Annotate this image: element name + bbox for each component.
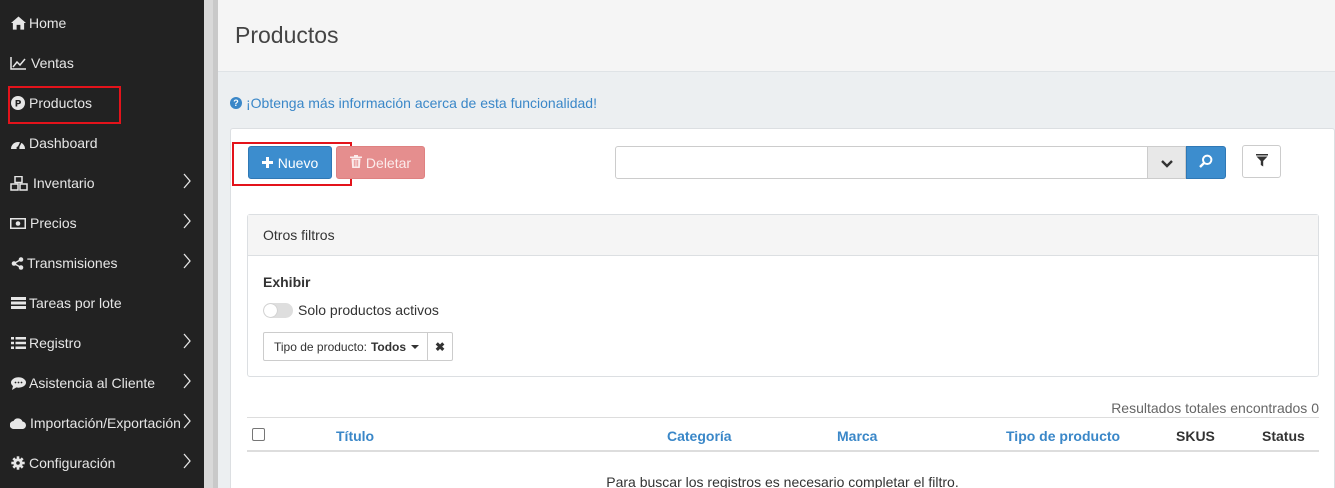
caret-down-icon <box>411 344 420 349</box>
filter-icon <box>1255 153 1268 170</box>
sidebar-scrollbar[interactable] <box>204 0 218 488</box>
search-dropdown-toggle[interactable] <box>1147 146 1186 179</box>
active-products-toggle[interactable] <box>263 302 293 318</box>
comments-icon <box>10 375 26 391</box>
sidebar-item-label: Tareas por lote <box>29 295 122 311</box>
cog-icon <box>10 455 26 471</box>
chevron-right-icon <box>182 173 192 189</box>
sidebar-item-label: Home <box>29 15 67 31</box>
other-filters-heading[interactable]: Otros filtros <box>248 215 1318 256</box>
sidebar-item-label: Configuración <box>29 455 116 471</box>
plus-icon <box>261 155 273 171</box>
product-type-select[interactable]: Tipo de producto: Todos <box>263 332 428 361</box>
svg-text:P: P <box>15 100 22 110</box>
chevron-down-icon <box>1160 155 1173 171</box>
column-categoria[interactable]: Categoría <box>667 428 732 444</box>
page-header: Productos <box>218 0 1335 72</box>
active-products-toggle-label: Solo productos activos <box>298 302 439 318</box>
product-p-icon: P <box>10 95 26 111</box>
column-skus: SKUS <box>1176 428 1215 444</box>
chevron-right-icon <box>182 413 192 429</box>
sidebar-item-importacion[interactable]: Importación/Exportación <box>0 403 204 443</box>
sidebar-item-label: Asistencia al Cliente <box>29 375 156 391</box>
empty-table-message: Para buscar los registros es necesario c… <box>606 474 959 488</box>
other-filters-box: Otros filtros Exhibir Solo productos act… <box>247 214 1319 377</box>
search-button[interactable] <box>1186 146 1226 179</box>
sidebar-item-home[interactable]: Home <box>0 3 204 43</box>
chevron-right-icon <box>182 453 192 469</box>
tasks-icon <box>10 295 26 311</box>
trash-icon <box>349 154 362 171</box>
active-products-toggle-row: Solo productos activos <box>263 302 439 318</box>
sidebar-item-label: Transmisiones <box>27 255 118 271</box>
sidebar-item-label: Dashboard <box>29 135 98 151</box>
results-count: Resultados totales encontrados 0 <box>1111 400 1319 416</box>
search-icon <box>1199 154 1213 171</box>
select-all-checkbox[interactable] <box>252 428 265 441</box>
info-link[interactable]: ? ¡Obtenga más información acerca de est… <box>230 95 597 111</box>
table-header: Título Categoría Marca Tipo de producto … <box>247 417 1319 452</box>
deletar-button-label: Deletar <box>365 154 412 171</box>
close-icon: ✖ <box>434 339 446 354</box>
dashboard-icon <box>10 135 26 151</box>
product-type-value: Todos <box>370 339 407 354</box>
page-title: Productos <box>235 22 339 48</box>
sidebar-item-label: Precios <box>30 215 77 231</box>
filter-button[interactable] <box>1242 145 1281 178</box>
sidebar-item-label: Ventas <box>31 55 74 71</box>
nuevo-button[interactable]: Nuevo <box>248 146 332 179</box>
sidebar-item-productos[interactable]: P Productos <box>0 83 204 124</box>
sidebar-item-tareas-por-lote[interactable]: Tareas por lote <box>0 283 204 323</box>
main-content: Productos ? ¡Obtenga más información ace… <box>218 0 1335 488</box>
sidebar-item-registro[interactable]: Registro <box>0 323 204 363</box>
sidebar-item-label: Importación/Exportación <box>30 415 181 431</box>
product-type-clear-button[interactable]: ✖ <box>427 332 453 361</box>
exhibir-label: Exhibir <box>263 274 311 290</box>
column-tipo-de-producto[interactable]: Tipo de producto <box>1006 428 1120 444</box>
sidebar-item-asistencia[interactable]: Asistencia al Cliente <box>0 363 204 403</box>
column-titulo[interactable]: Título <box>336 428 374 444</box>
sidebar: Home Ventas P Productos Dashboard Invent… <box>0 0 204 488</box>
question-circle-icon: ? <box>230 97 242 109</box>
list-icon <box>10 335 26 351</box>
column-marca[interactable]: Marca <box>837 428 877 444</box>
other-filters-title: Otros filtros <box>263 227 335 243</box>
cubes-icon <box>10 175 28 191</box>
sidebar-item-label: Registro <box>29 335 82 351</box>
home-icon <box>10 15 26 31</box>
chevron-right-icon <box>182 213 192 229</box>
product-type-label: Tipo de producto: <box>274 339 367 354</box>
chevron-right-icon <box>182 373 192 389</box>
products-panel: Nuevo Deletar Otros filtros Exhibir Solo… <box>230 128 1335 488</box>
deletar-button[interactable]: Deletar <box>336 146 425 179</box>
info-link-text[interactable]: ¡Obtenga más información acerca de esta … <box>246 95 597 111</box>
sidebar-item-transmisiones[interactable]: Transmisiones <box>0 243 204 283</box>
chevron-right-icon <box>182 253 192 269</box>
sidebar-item-inventario[interactable]: Inventario <box>0 163 204 203</box>
sidebar-item-configuracion[interactable]: Configuración <box>0 443 204 483</box>
money-icon <box>10 215 26 231</box>
sidebar-item-precios[interactable]: Precios <box>0 203 204 243</box>
cloud-icon <box>10 415 27 431</box>
sidebar-item-dashboard[interactable]: Dashboard <box>0 123 204 163</box>
nuevo-button-label: Nuevo <box>277 154 319 171</box>
search-input[interactable] <box>615 146 1148 179</box>
sidebar-item-label: Productos <box>29 95 93 111</box>
share-icon <box>10 255 24 271</box>
column-status: Status <box>1262 428 1305 444</box>
sidebar-item-ventas[interactable]: Ventas <box>0 43 204 83</box>
sidebar-item-label: Inventario <box>33 175 95 191</box>
line-chart-icon <box>10 55 26 71</box>
chevron-right-icon <box>182 333 192 349</box>
